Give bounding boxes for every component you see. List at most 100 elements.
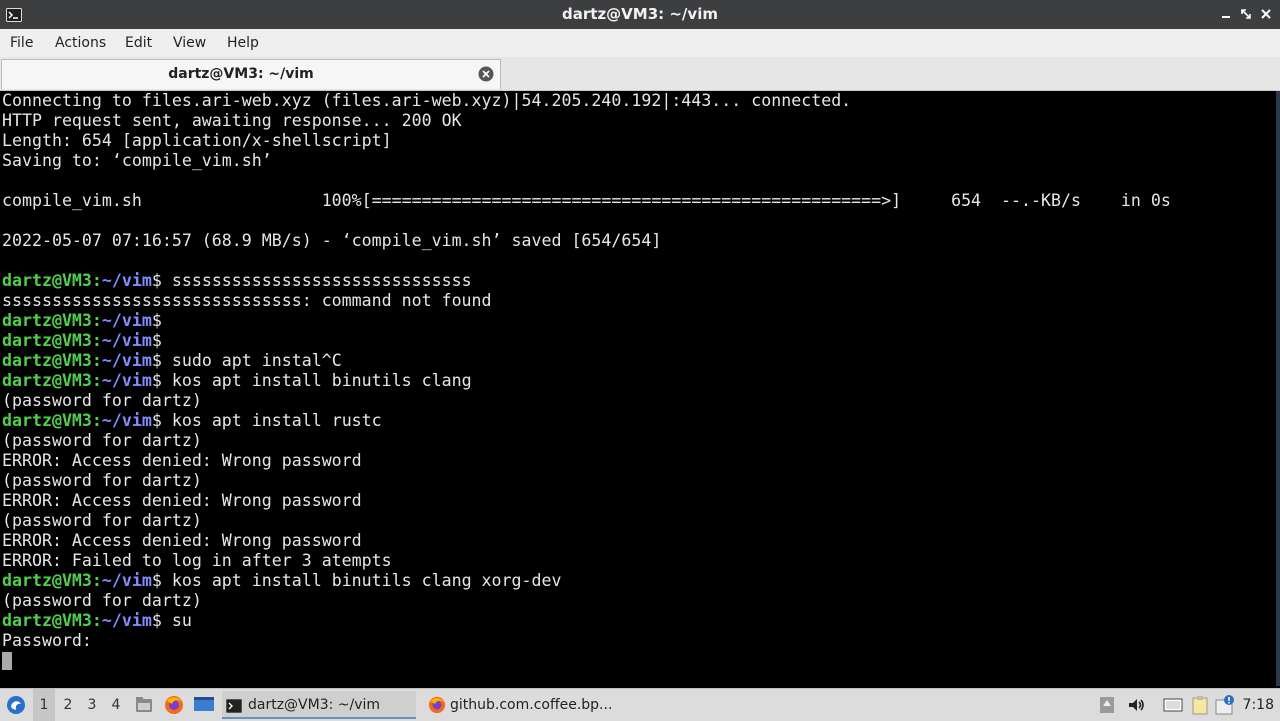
terminal-line: HTTP request sent, awaiting response... … — [0, 111, 1276, 131]
prompt-user: dartz@VM3 — [2, 371, 92, 390]
output-text: (password for dartz) — [2, 391, 202, 410]
menu-file[interactable]: File — [8, 29, 35, 57]
command-text: kos apt install binutils clang xorg-dev — [171, 571, 562, 590]
output-text: (password for dartz) — [2, 591, 202, 610]
prompt-path: ~/vim — [101, 351, 152, 370]
start-menu-icon[interactable] — [6, 695, 26, 719]
volume-icon[interactable] — [1126, 695, 1146, 719]
terminal-line: (password for dartz) — [0, 591, 1276, 611]
terminal-line: dartz@VM3:~/vim$ — [0, 331, 1276, 351]
text-cursor — [2, 652, 12, 670]
terminal-line: compile_vim.sh 100%[====================… — [0, 191, 1276, 211]
output-text: 2022-05-07 07:16:57 (68.9 MB/s) - ‘compi… — [2, 231, 662, 250]
terminal-line: Length: 654 [application/x-shellscript] — [0, 131, 1276, 151]
workspace-3[interactable]: 3 — [81, 689, 103, 721]
terminal-icon — [226, 696, 242, 717]
output-text: Connecting to files.ari-web.xyz (files.a… — [2, 91, 852, 110]
terminal-line: Connecting to files.ari-web.xyz (files.a… — [0, 91, 1276, 111]
close-window-icon[interactable] — [1258, 6, 1274, 22]
prompt-symbol: $ — [151, 271, 172, 290]
terminal-line: dartz@VM3:~/vim$ sssssssssssssssssssssss… — [0, 271, 1276, 291]
window-title: dartz@VM3: ~/vim — [562, 5, 718, 23]
terminal-line: 2022-05-07 07:16:57 (68.9 MB/s) - ‘compi… — [0, 231, 1276, 251]
prompt-colon: : — [91, 611, 102, 630]
output-text: (password for dartz) — [2, 511, 202, 530]
menu-bar: File Actions Edit View Help — [0, 29, 1280, 57]
file-manager-icon[interactable] — [134, 695, 154, 719]
prompt-symbol: $ — [151, 571, 172, 590]
command-text: su — [171, 611, 192, 630]
terminal-output[interactable]: Connecting to files.ari-web.xyz (files.a… — [0, 91, 1280, 686]
prompt-colon: : — [91, 371, 102, 390]
desktop-icon[interactable] — [193, 695, 215, 719]
keyboard-layout-icon[interactable] — [1163, 695, 1183, 719]
firefox-launcher-icon[interactable] — [164, 695, 184, 719]
output-text: Password: — [2, 631, 92, 650]
prompt-colon: : — [91, 271, 102, 290]
terminal-line: dartz@VM3:~/vim$ su — [0, 611, 1276, 631]
menu-actions[interactable]: Actions — [53, 29, 108, 57]
prompt-user: dartz@VM3 — [2, 331, 92, 350]
terminal-line: dartz@VM3:~/vim$ sudo apt instal^C — [0, 351, 1276, 371]
prompt-user: dartz@VM3 — [2, 411, 92, 430]
terminal-line: ERROR: Access denied: Wrong password — [0, 531, 1276, 551]
workspace-1[interactable]: 1 — [33, 689, 55, 721]
terminal-line: ERROR: Access denied: Wrong password — [0, 451, 1276, 471]
prompt-symbol: $ — [151, 331, 172, 350]
prompt-symbol: $ — [151, 411, 172, 430]
output-text: Length: 654 [application/x-shellscript] — [2, 131, 392, 150]
tab-terminal[interactable]: dartz@VM3: ~/vim — [1, 59, 501, 89]
prompt-user: dartz@VM3 — [2, 271, 92, 290]
terminal-line: Password: — [0, 631, 1276, 651]
workspace-2[interactable]: 2 — [57, 689, 79, 721]
prompt-path: ~/vim — [101, 311, 152, 330]
terminal-line: dartz@VM3:~/vim$ kos apt install binutil… — [0, 371, 1276, 391]
clock[interactable]: 7:18 — [1243, 689, 1274, 721]
clipboard-icon[interactable] — [1190, 695, 1210, 719]
prompt-colon: : — [91, 311, 102, 330]
menu-view[interactable]: View — [171, 29, 208, 57]
prompt-path: ~/vim — [101, 331, 152, 350]
task-firefox[interactable]: github.com.coffee.bp... — [424, 691, 620, 719]
notifications-icon[interactable] — [1098, 695, 1116, 719]
taskbar: 1 2 3 4 dartz@VM3: ~/vim github.com.coff… — [0, 688, 1280, 721]
output-text: ERROR: Failed to log in after 3 atempts — [2, 551, 392, 570]
menu-edit[interactable]: Edit — [123, 29, 154, 57]
output-text: ERROR: Access denied: Wrong password — [2, 531, 362, 550]
tab-label: dartz@VM3: ~/vim — [168, 66, 314, 82]
terminal-line: dartz@VM3:~/vim$ kos apt install binutil… — [0, 571, 1276, 591]
terminal-line: Saving to: ‘compile_vim.sh’ — [0, 151, 1276, 171]
tab-bar: dartz@VM3: ~/vim — [0, 57, 1280, 91]
terminal-line: (password for dartz) — [0, 431, 1276, 451]
prompt-symbol: $ — [151, 611, 172, 630]
output-text: Saving to: ‘compile_vim.sh’ — [2, 151, 272, 170]
output-text: HTTP request sent, awaiting response... … — [2, 111, 462, 130]
output-text: compile_vim.sh 100%[====================… — [2, 191, 1171, 210]
terminal-line: (password for dartz) — [0, 511, 1276, 531]
terminal-line: dartz@VM3:~/vim$ kos apt install rustc — [0, 411, 1276, 431]
terminal-line: dartz@VM3:~/vim$ — [0, 311, 1276, 331]
terminal-line: ERROR: Failed to log in after 3 atempts — [0, 551, 1276, 571]
output-text: ERROR: Access denied: Wrong password — [2, 451, 362, 470]
output-text: ssssssssssssssssssssssssssssss: command … — [2, 291, 492, 310]
maximize-icon[interactable] — [1238, 6, 1254, 22]
prompt-path: ~/vim — [101, 571, 152, 590]
firefox-icon — [428, 696, 446, 719]
task-terminal[interactable]: dartz@VM3: ~/vim — [222, 691, 416, 719]
prompt-path: ~/vim — [101, 371, 152, 390]
tab-close-icon[interactable] — [478, 66, 494, 82]
output-text: ERROR: Access denied: Wrong password — [2, 491, 362, 510]
menu-help[interactable]: Help — [225, 29, 261, 57]
update-notifier-icon[interactable] — [1214, 694, 1236, 720]
output-text: (password for dartz) — [2, 431, 202, 450]
prompt-path: ~/vim — [101, 611, 152, 630]
minimize-icon[interactable] — [1218, 6, 1234, 22]
prompt-colon: : — [91, 331, 102, 350]
window-titlebar: dartz@VM3: ~/vim — [0, 0, 1280, 29]
workspace-4[interactable]: 4 — [105, 689, 127, 721]
task-terminal-label: dartz@VM3: ~/vim — [248, 697, 381, 713]
prompt-user: dartz@VM3 — [2, 571, 92, 590]
prompt-symbol: $ — [151, 371, 172, 390]
